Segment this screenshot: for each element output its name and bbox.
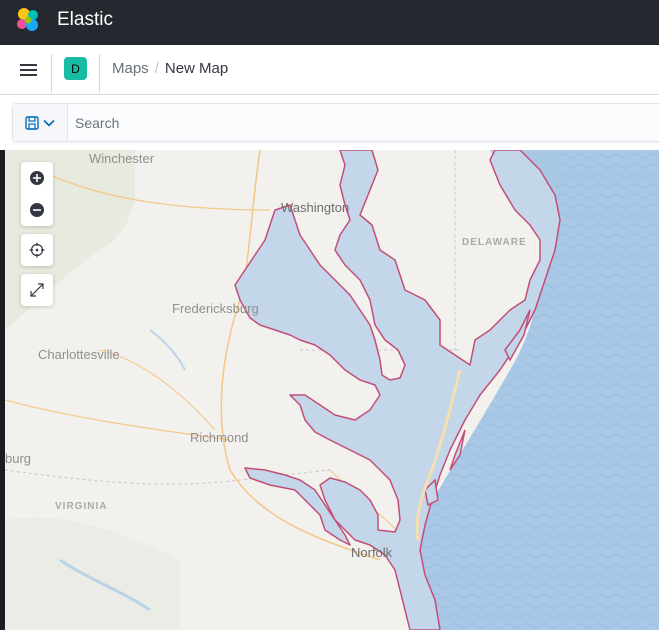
map-label-fredericksburg: Fredericksburg [172,301,259,316]
brand-name: Elastic [57,9,113,30]
map-label-winchester: Winchester [89,151,155,166]
map-label-delaware: DELAWARE [462,237,527,248]
expand-icon [30,283,44,297]
breadcrumb-maps-link[interactable]: Maps [112,60,149,77]
chevron-down-icon [43,119,55,127]
zoom-in-button[interactable] [21,162,53,194]
save-icon [25,115,39,130]
saved-query-button[interactable] [13,104,68,141]
query-bar [0,95,659,150]
map-label-washington: Washington [281,200,350,215]
hamburger-icon [19,64,37,76]
elastic-logo-icon[interactable] [15,7,41,33]
set-view-control [21,234,53,266]
header-divider [51,54,52,93]
map-label-virginia: VIRGINIA [55,501,108,512]
fullscreen-button[interactable] [21,274,53,306]
fullscreen-control [21,274,53,306]
map-label-charlottesville: Charlottesville [38,347,120,362]
breadcrumb-header: D Maps / New Map [0,45,659,95]
space-avatar[interactable]: D [64,57,87,80]
set-view-button[interactable] [21,234,53,266]
breadcrumb-current: New Map [164,60,229,77]
zoom-controls [21,162,53,226]
zoom-out-button[interactable] [21,194,53,226]
search-box [12,103,659,142]
search-input[interactable] [68,104,658,141]
map-canvas[interactable]: Winchester Washington DELAWARE Frederick… [5,150,659,630]
menu-toggle-button[interactable] [11,54,45,86]
map-label-richmond: Richmond [190,430,249,445]
header-divider [99,54,100,93]
breadcrumb: Maps / New Map [112,60,228,77]
map-label-norfolk: Norfolk [351,545,393,560]
crosshair-icon [29,242,45,258]
map-label-burg: burg [5,451,32,466]
breadcrumb-separator: / [154,60,159,77]
maps-app: Elastic D Maps / New Map Search Winchest… [0,0,659,630]
top-nav-bar: Elastic [0,0,659,45]
plus-circle-icon [30,171,44,185]
minus-circle-icon [30,203,44,217]
map-base [5,150,659,630]
